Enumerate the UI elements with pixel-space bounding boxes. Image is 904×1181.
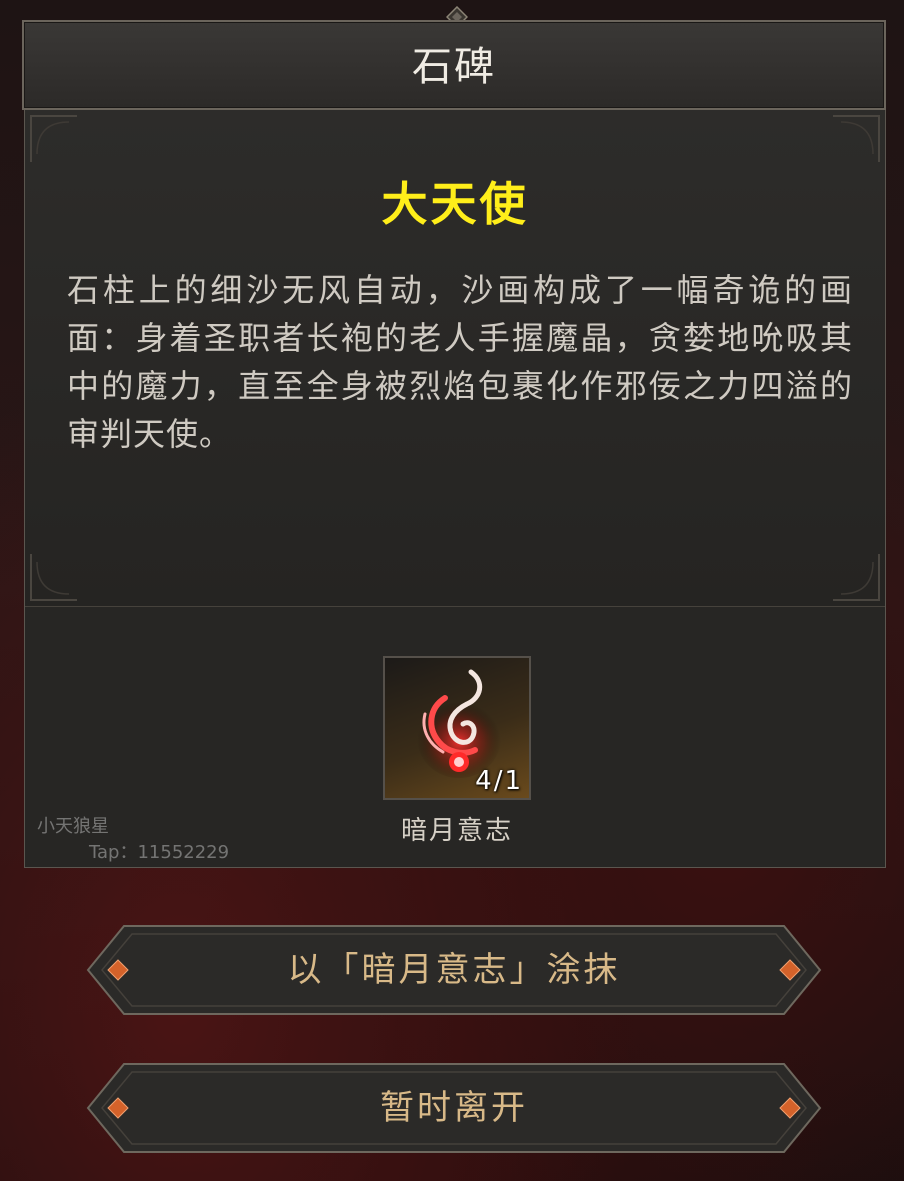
- watermark-id: Tap：11552229: [89, 842, 230, 863]
- apply-item-label: 以「暗月意志」涂抹: [287, 950, 621, 990]
- watermark-username: 小天狼星: [37, 816, 109, 837]
- item-slot[interactable]: 4/1: [383, 656, 531, 800]
- stele-panel: 大天使 石柱上的细沙无风自动，沙画构成了一幅奇诡的画面：身着圣职者长袍的老人手握…: [24, 110, 886, 868]
- corner-ornament-icon: [30, 115, 77, 162]
- item-name: 暗月意志: [400, 816, 513, 846]
- inscription-description: 石柱上的细沙无风自动，沙画构成了一幅奇诡的画面：身着圣职者长袍的老人手握魔晶，贪…: [67, 271, 853, 453]
- dialog-header: 石碑: [22, 20, 886, 110]
- corner-ornament-icon: [833, 554, 880, 601]
- leave-label: 暂时离开: [380, 1088, 528, 1128]
- corner-ornament-icon: [833, 115, 880, 162]
- item-count: 4/1: [475, 766, 523, 796]
- dialog-title: 石碑: [412, 44, 496, 90]
- inscription-title: 大天使: [381, 177, 529, 231]
- corner-ornament-icon: [30, 554, 77, 601]
- apply-item-button[interactable]: 以「暗月意志」涂抹: [84, 922, 824, 1018]
- inscription-area: 大天使 石柱上的细沙无风自动，沙画构成了一幅奇诡的画面：身着圣职者长袍的老人手握…: [25, 110, 885, 607]
- leave-button[interactable]: 暂时离开: [84, 1060, 824, 1156]
